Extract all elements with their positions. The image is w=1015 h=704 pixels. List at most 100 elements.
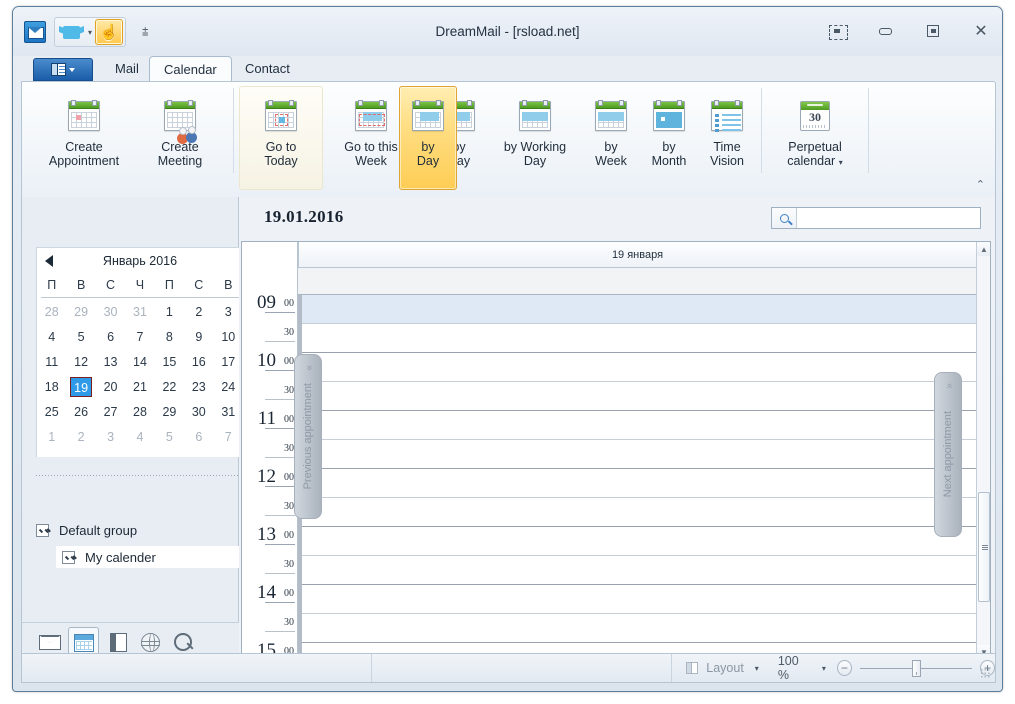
day-cell[interactable]: 30 (184, 399, 213, 424)
zoom-out-icon[interactable]: − (836, 660, 852, 676)
hour-label: 09 (257, 292, 276, 313)
day-cell[interactable]: 20 (96, 374, 125, 399)
layout-label[interactable]: Layout (706, 661, 744, 675)
day-cell[interactable]: 4 (125, 424, 154, 449)
tab-calendar[interactable]: Calendar (149, 56, 232, 82)
customize-quick-access-icon[interactable]: ⩲ (142, 26, 149, 39)
grid-row[interactable] (302, 382, 976, 411)
day-cell[interactable]: 31 (125, 299, 154, 324)
create-appointment-button[interactable]: Create Appointment (36, 86, 132, 190)
grid-row[interactable] (302, 295, 976, 324)
calendar-item-my-calender[interactable]: My calender (56, 546, 243, 568)
day-cell[interactable]: 25 (37, 399, 66, 424)
day-cell[interactable]: 14 (125, 349, 154, 374)
view-day-icon (412, 100, 444, 131)
next-appointment-tab[interactable]: Next appointment » (934, 372, 962, 537)
day-cell[interactable]: 22 (155, 374, 184, 399)
scroll-up-arrow-icon[interactable]: ▲ (977, 242, 990, 256)
day-cell-selected[interactable]: 19 (66, 374, 95, 399)
checkbox[interactable] (62, 550, 75, 564)
resize-grip-icon[interactable] (980, 668, 990, 678)
pointer-button[interactable]: ☝ (95, 19, 124, 45)
day-cell[interactable]: 1 (37, 424, 66, 449)
layout-icon (686, 662, 699, 674)
zoom-slider-thumb[interactable] (911, 659, 921, 677)
view-by-month-button[interactable]: by Month (640, 86, 698, 190)
allday-label-cell (242, 268, 298, 295)
day-cell[interactable]: 28 (125, 399, 154, 424)
view-by-day-button-active[interactable]: by Day (399, 86, 457, 190)
app-menu-button[interactable] (33, 58, 93, 81)
calendar-group-default[interactable]: Default group (36, 519, 137, 541)
grid-row[interactable] (302, 469, 976, 498)
day-cell[interactable]: 4 (37, 324, 66, 349)
grid-row[interactable] (302, 527, 976, 556)
appointment-grid[interactable] (298, 295, 976, 659)
day-cell[interactable]: 16 (184, 349, 213, 374)
search-input[interactable] (797, 211, 980, 225)
day-cell[interactable]: 13 (96, 349, 125, 374)
go-to-today-button[interactable]: Go to Today (239, 86, 323, 190)
day-cell[interactable]: 21 (125, 374, 154, 399)
grid-row[interactable] (302, 498, 976, 527)
day-cell[interactable]: 30 (96, 299, 125, 324)
day-cell[interactable]: 28 (37, 299, 66, 324)
checkbox[interactable] (36, 523, 49, 537)
skins-button[interactable] (57, 19, 85, 45)
view-by-working-day-button[interactable]: by Working Day (488, 86, 582, 190)
maximize-button[interactable] (922, 21, 944, 41)
previous-appointment-tab[interactable]: Previous appointment « (294, 354, 322, 519)
grid-row[interactable] (302, 614, 976, 643)
day-column-header[interactable]: 19 января (298, 242, 976, 268)
day-cell[interactable]: 29 (155, 399, 184, 424)
grid-row[interactable] (302, 353, 976, 382)
day-cell[interactable]: 5 (66, 324, 95, 349)
day-cell[interactable]: 3 (96, 424, 125, 449)
grid-row[interactable] (302, 556, 976, 585)
day-cell[interactable]: 12 (66, 349, 95, 374)
chevron-up-icon[interactable]: ⌃ (976, 178, 985, 191)
grid-row[interactable] (302, 324, 976, 353)
mini-calendar-title: Январь 2016 (102, 254, 178, 268)
zoom-slider[interactable] (859, 659, 972, 677)
chevron-down-icon[interactable]: ▾ (839, 158, 843, 167)
chevron-down-icon[interactable]: ▾ (752, 664, 762, 673)
search-box[interactable] (771, 207, 981, 229)
day-cell[interactable]: 15 (155, 349, 184, 374)
grid-row[interactable] (302, 440, 976, 469)
tab-mail[interactable]: Mail (101, 56, 153, 81)
chevron-down-icon[interactable]: ▾ (819, 664, 829, 673)
day-cell[interactable]: 7 (125, 324, 154, 349)
day-cell[interactable]: 27 (96, 399, 125, 424)
day-cell[interactable]: 5 (155, 424, 184, 449)
scrollbar-thumb[interactable] (978, 492, 990, 602)
create-meeting-button[interactable]: Create Meeting (132, 86, 228, 190)
vertical-scrollbar[interactable]: ▲ ▼ (976, 242, 990, 659)
day-cell[interactable]: 6 (184, 424, 213, 449)
time-vision-button[interactable]: Time Vision (698, 86, 756, 190)
view-by-week-button[interactable]: by Week (582, 86, 640, 190)
day-cell[interactable]: 2 (184, 299, 213, 324)
prev-month-arrow-icon[interactable] (45, 255, 53, 267)
day-cell[interactable]: 6 (96, 324, 125, 349)
mini-calendar-header: Январь 2016 (37, 248, 243, 274)
grid-row[interactable] (302, 585, 976, 614)
restore-dashed-button[interactable] (826, 21, 848, 41)
tab-contact[interactable]: Contact (231, 56, 304, 81)
all-day-area[interactable] (298, 268, 976, 295)
perpetual-calendar-button[interactable]: 30 Perpetual calendar ▾ (767, 86, 863, 190)
day-cell[interactable]: 26 (66, 399, 95, 424)
day-cell[interactable]: 29 (66, 299, 95, 324)
day-cell[interactable]: 11 (37, 349, 66, 374)
day-cell[interactable]: 1 (155, 299, 184, 324)
grid-row[interactable] (302, 411, 976, 440)
day-cell[interactable]: 9 (184, 324, 213, 349)
chevron-down-icon[interactable]: ▾ (85, 28, 95, 37)
day-cell[interactable]: 2 (66, 424, 95, 449)
close-button[interactable]: ✕ (970, 21, 992, 41)
minimize-button[interactable] (874, 21, 896, 41)
day-cell[interactable]: 23 (184, 374, 213, 399)
day-cell[interactable]: 18 (37, 374, 66, 399)
search-icon[interactable] (772, 208, 797, 228)
day-cell[interactable]: 8 (155, 324, 184, 349)
